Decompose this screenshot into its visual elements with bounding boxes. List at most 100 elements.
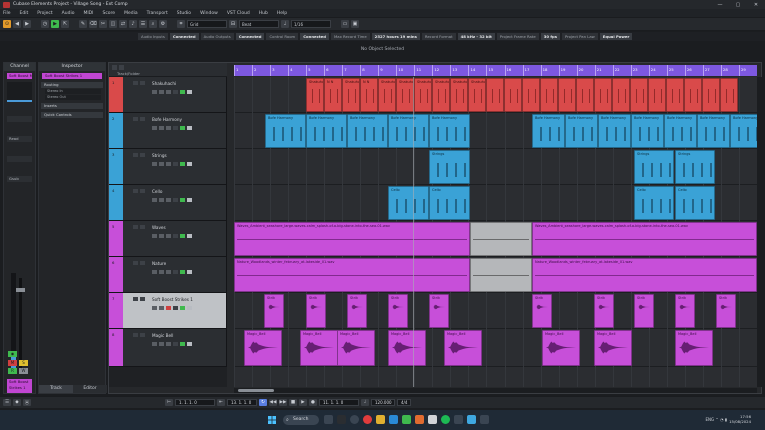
grid-type-select[interactable]: Grid xyxy=(187,20,227,28)
snap-toggle-button[interactable]: ⌗ xyxy=(177,20,185,28)
track-name[interactable]: Strings xyxy=(152,153,167,158)
track-write-button[interactable] xyxy=(187,198,192,202)
channel-monitor-button[interactable]: ◉ xyxy=(8,351,17,357)
audio-event-strikes[interactable]: Strik xyxy=(306,294,326,328)
track-fold-button[interactable] xyxy=(133,297,138,301)
arrange-area[interactable]: ShakuhachiN NShakuhachiN NShakuhachiShak… xyxy=(234,77,757,387)
track-record-button[interactable] xyxy=(166,342,171,346)
track-fold-button[interactable] xyxy=(133,117,138,121)
audio-event-bell[interactable]: Magic_Bell xyxy=(594,330,632,366)
track-monitor-button[interactable] xyxy=(173,306,178,310)
track-list-settings-button[interactable] xyxy=(119,65,124,70)
channel-mute-button[interactable]: M xyxy=(8,360,17,366)
auto-scroll-button[interactable]: ▶ xyxy=(51,20,59,28)
track-read-button[interactable] xyxy=(180,198,185,202)
midi-event-shakuhachi[interactable] xyxy=(648,78,666,112)
menu-edit[interactable]: Edit xyxy=(20,11,29,16)
menu-audio[interactable]: Audio xyxy=(62,11,75,16)
track-solo-button[interactable] xyxy=(159,198,164,202)
glue-tool-icon[interactable]: ◫ xyxy=(109,20,117,28)
scrollbar-thumb[interactable] xyxy=(238,389,274,392)
midi-event-harmony[interactable]: Bofe Harmony xyxy=(388,114,429,148)
midi-event-cello[interactable]: Cello xyxy=(429,186,470,220)
track-record-button[interactable] xyxy=(166,126,171,130)
status-audio-outputs-value[interactable]: Connected xyxy=(235,33,265,40)
midi-event-strings[interactable]: Strings xyxy=(634,150,674,184)
minimize-button[interactable]: — xyxy=(711,2,729,8)
midi-event-harmony[interactable]: Bofe Harmony xyxy=(306,114,347,148)
track-mute-button[interactable] xyxy=(152,306,157,310)
midi-event-harmony[interactable]: Bofe Harmony xyxy=(347,114,388,148)
punch-in-button[interactable]: ⇤ xyxy=(217,399,225,406)
quantize-type-select[interactable]: Beat xyxy=(239,20,279,28)
track-name[interactable]: Magic Bell xyxy=(152,333,173,338)
status-max-record-value[interactable]: 2527 hours 19 mins xyxy=(371,33,420,40)
midi-event-shakuhachi[interactable]: Shakuhachi xyxy=(378,78,396,112)
audio-event-bell[interactable]: Magic_Bell xyxy=(444,330,482,366)
tab-inspector[interactable]: Inspector xyxy=(39,63,105,71)
track-mute-button[interactable] xyxy=(152,90,157,94)
track-solo-button[interactable] xyxy=(159,342,164,346)
position-display[interactable]: 11. 1. 1. 0 xyxy=(319,399,359,406)
menu-transport[interactable]: Transport xyxy=(147,11,168,16)
track-lane-button[interactable] xyxy=(140,333,145,337)
inspector-track-name[interactable]: Soft Boost Strikes 1 xyxy=(42,73,102,79)
track-record-button[interactable] xyxy=(166,198,171,202)
track-read-button[interactable] xyxy=(180,162,185,166)
audio-event-bell[interactable]: Magic_Bell xyxy=(675,330,713,366)
activate-project-button[interactable]: ⊙ xyxy=(3,20,11,28)
track-read-button[interactable] xyxy=(180,90,185,94)
windows-start-icon[interactable] xyxy=(268,416,276,424)
midi-event-harmony[interactable]: Bofe Harmony xyxy=(664,114,697,148)
track-read-button[interactable] xyxy=(180,270,185,274)
right-zone-toggle-button[interactable]: ▶ xyxy=(23,20,31,28)
track-write-button[interactable] xyxy=(187,126,192,130)
close-button[interactable]: ✕ xyxy=(747,2,765,8)
record-button[interactable]: ● xyxy=(309,399,317,406)
channel-read-field[interactable]: Read xyxy=(7,136,32,142)
track-header[interactable]: 8 Magic Bell xyxy=(109,329,227,367)
track-read-button[interactable] xyxy=(180,126,185,130)
transport-settings-button[interactable]: ☰ xyxy=(3,399,11,406)
track-mute-button[interactable] xyxy=(152,270,157,274)
cycle-button[interactable]: ↻ xyxy=(259,399,267,406)
track-record-button[interactable] xyxy=(166,306,171,310)
midi-event-strings[interactable]: Strings xyxy=(675,150,715,184)
channel-solo-button[interactable]: S xyxy=(19,360,28,366)
play-tool-icon[interactable]: ♪ xyxy=(129,20,137,28)
midi-event-cello[interactable]: Cello xyxy=(388,186,429,220)
midi-event-shakuhachi[interactable]: Shakuhachi xyxy=(396,78,414,112)
status-record-format-value[interactable]: 48 kHz - 32 bit xyxy=(457,33,495,40)
midi-event-shakuhachi[interactable]: Shakuhachi xyxy=(468,78,486,112)
track-lane-button[interactable] xyxy=(140,117,145,121)
channel-sends-field[interactable] xyxy=(7,156,32,162)
menu-file[interactable]: File xyxy=(3,11,11,16)
track-monitor-button[interactable] xyxy=(173,270,178,274)
audio-event-strikes[interactable]: Strik xyxy=(388,294,408,328)
audio-event-strikes[interactable]: Strik xyxy=(594,294,614,328)
track-header[interactable]: 1 Shakuhachi xyxy=(109,77,227,113)
track-mute-button[interactable] xyxy=(152,162,157,166)
track-name[interactable]: Waves xyxy=(152,225,166,230)
audio-event-strikes[interactable]: Strik xyxy=(675,294,695,328)
app-white-icon[interactable] xyxy=(428,415,437,424)
inspector-output-routing[interactable]: Stereo Out xyxy=(45,95,101,100)
midi-event-shakuhachi[interactable] xyxy=(702,78,720,112)
audio-event-bell[interactable]: Magic_Bell xyxy=(542,330,580,366)
track-solo-button[interactable] xyxy=(159,270,164,274)
track-lane-button[interactable] xyxy=(140,261,145,265)
tab-editor[interactable]: Editor xyxy=(73,385,107,393)
track-header[interactable]: 2 Bofe Harmony xyxy=(109,113,227,149)
midi-event-shakuhachi[interactable] xyxy=(684,78,702,112)
channel-write-button[interactable]: W xyxy=(19,368,28,374)
track-name[interactable]: Bofe Harmony xyxy=(152,117,182,122)
track-monitor-button[interactable] xyxy=(173,162,178,166)
track-name[interactable]: Nature xyxy=(152,261,166,266)
stop-button[interactable]: ■ xyxy=(289,399,297,406)
vertical-scrollbar[interactable] xyxy=(757,77,762,387)
marker-button[interactable]: ◆ xyxy=(13,399,21,406)
track-monitor-button[interactable] xyxy=(173,126,178,130)
midi-event-harmony[interactable]: Bofe Harmony xyxy=(598,114,631,148)
channel-volume-fader[interactable] xyxy=(16,278,25,373)
tab-track[interactable]: Track xyxy=(39,385,73,393)
